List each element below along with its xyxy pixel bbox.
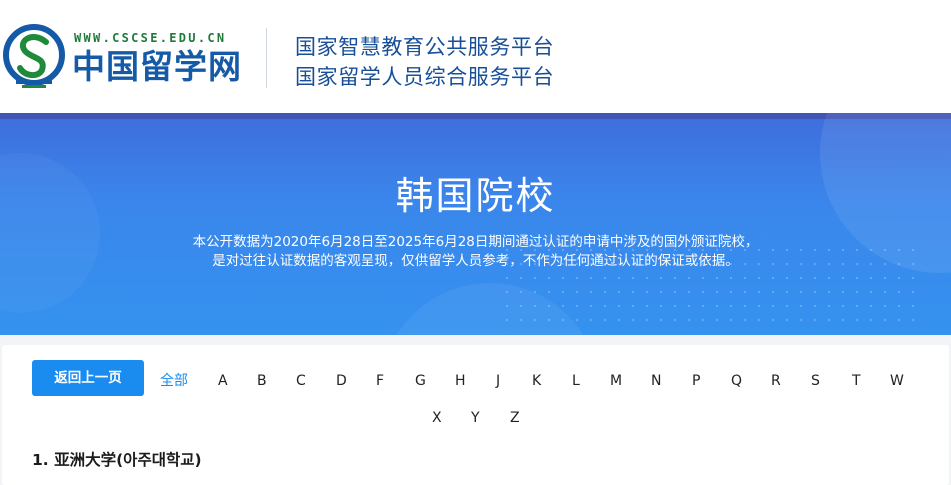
site-url: WWW.CSCSE.EDU.CN — [74, 31, 227, 45]
banner-description-1: 本公开数据为2020年6月28日至2025年6月28日期间通过认证的申请中涉及的… — [192, 234, 759, 250]
filter-letter[interactable]: Y — [471, 408, 480, 428]
filter-all[interactable]: 全部 — [160, 371, 188, 391]
cscse-emblem-icon[interactable] — [2, 24, 66, 90]
platform-title-1: 国家智慧教育公共服务平台 — [295, 35, 555, 59]
filter-letter[interactable]: Z — [510, 408, 520, 428]
filter-letter[interactable]: S — [811, 371, 820, 391]
filter-letter[interactable]: W — [890, 371, 904, 391]
platform-title-2: 国家留学人员综合服务平台 — [295, 65, 555, 89]
filter-letter[interactable]: L — [572, 371, 580, 391]
back-button[interactable]: 返回上一页 — [32, 360, 144, 396]
banner-description-2: 是对过往认证数据的客观呈现，仅供留学人员参考，不作为任何通过认证的保证或依据。 — [212, 253, 739, 269]
page-title: 韩国院校 — [395, 174, 556, 218]
filter-letter[interactable]: G — [415, 371, 426, 391]
filter-letter[interactable]: N — [651, 371, 661, 391]
filter-letter[interactable]: Q — [731, 371, 742, 391]
school-list-panel: 返回上一页 全部 A B C D F G H J K L M N P Q R S… — [2, 345, 949, 485]
filter-letter[interactable]: D — [336, 371, 347, 391]
filter-letter[interactable]: X — [432, 408, 442, 428]
filter-letter[interactable]: B — [257, 371, 267, 391]
banner-top-stripe — [0, 113, 951, 119]
filter-letter[interactable]: R — [771, 371, 781, 391]
filter-letter[interactable]: H — [455, 371, 466, 391]
filter-letter[interactable]: T — [852, 371, 861, 391]
list-item[interactable]: 1. 亚洲大学(아주대학교) — [32, 448, 202, 470]
filter-letter[interactable]: A — [218, 371, 228, 391]
list-item-name[interactable]: 亚洲大学(아주대학교) — [54, 451, 201, 469]
filter-letter[interactable]: J — [496, 371, 500, 391]
hero-banner: 韩国院校 本公开数据为2020年6月28日至2025年6月28日期间通过认证的申… — [0, 113, 951, 335]
filter-letter[interactable]: F — [376, 371, 384, 391]
filter-letter[interactable]: C — [296, 371, 306, 391]
filter-letter[interactable]: K — [532, 371, 541, 391]
filter-letter[interactable]: P — [692, 371, 700, 391]
list-item-number: 1. — [32, 451, 49, 469]
site-name-logo[interactable]: 中国留学网 — [72, 48, 242, 86]
site-header: WWW.CSCSE.EDU.CN 中国留学网 国家智慧教育公共服务平台 国家留学… — [0, 0, 951, 113]
filter-letter[interactable]: M — [610, 371, 622, 391]
header-divider — [266, 28, 267, 88]
